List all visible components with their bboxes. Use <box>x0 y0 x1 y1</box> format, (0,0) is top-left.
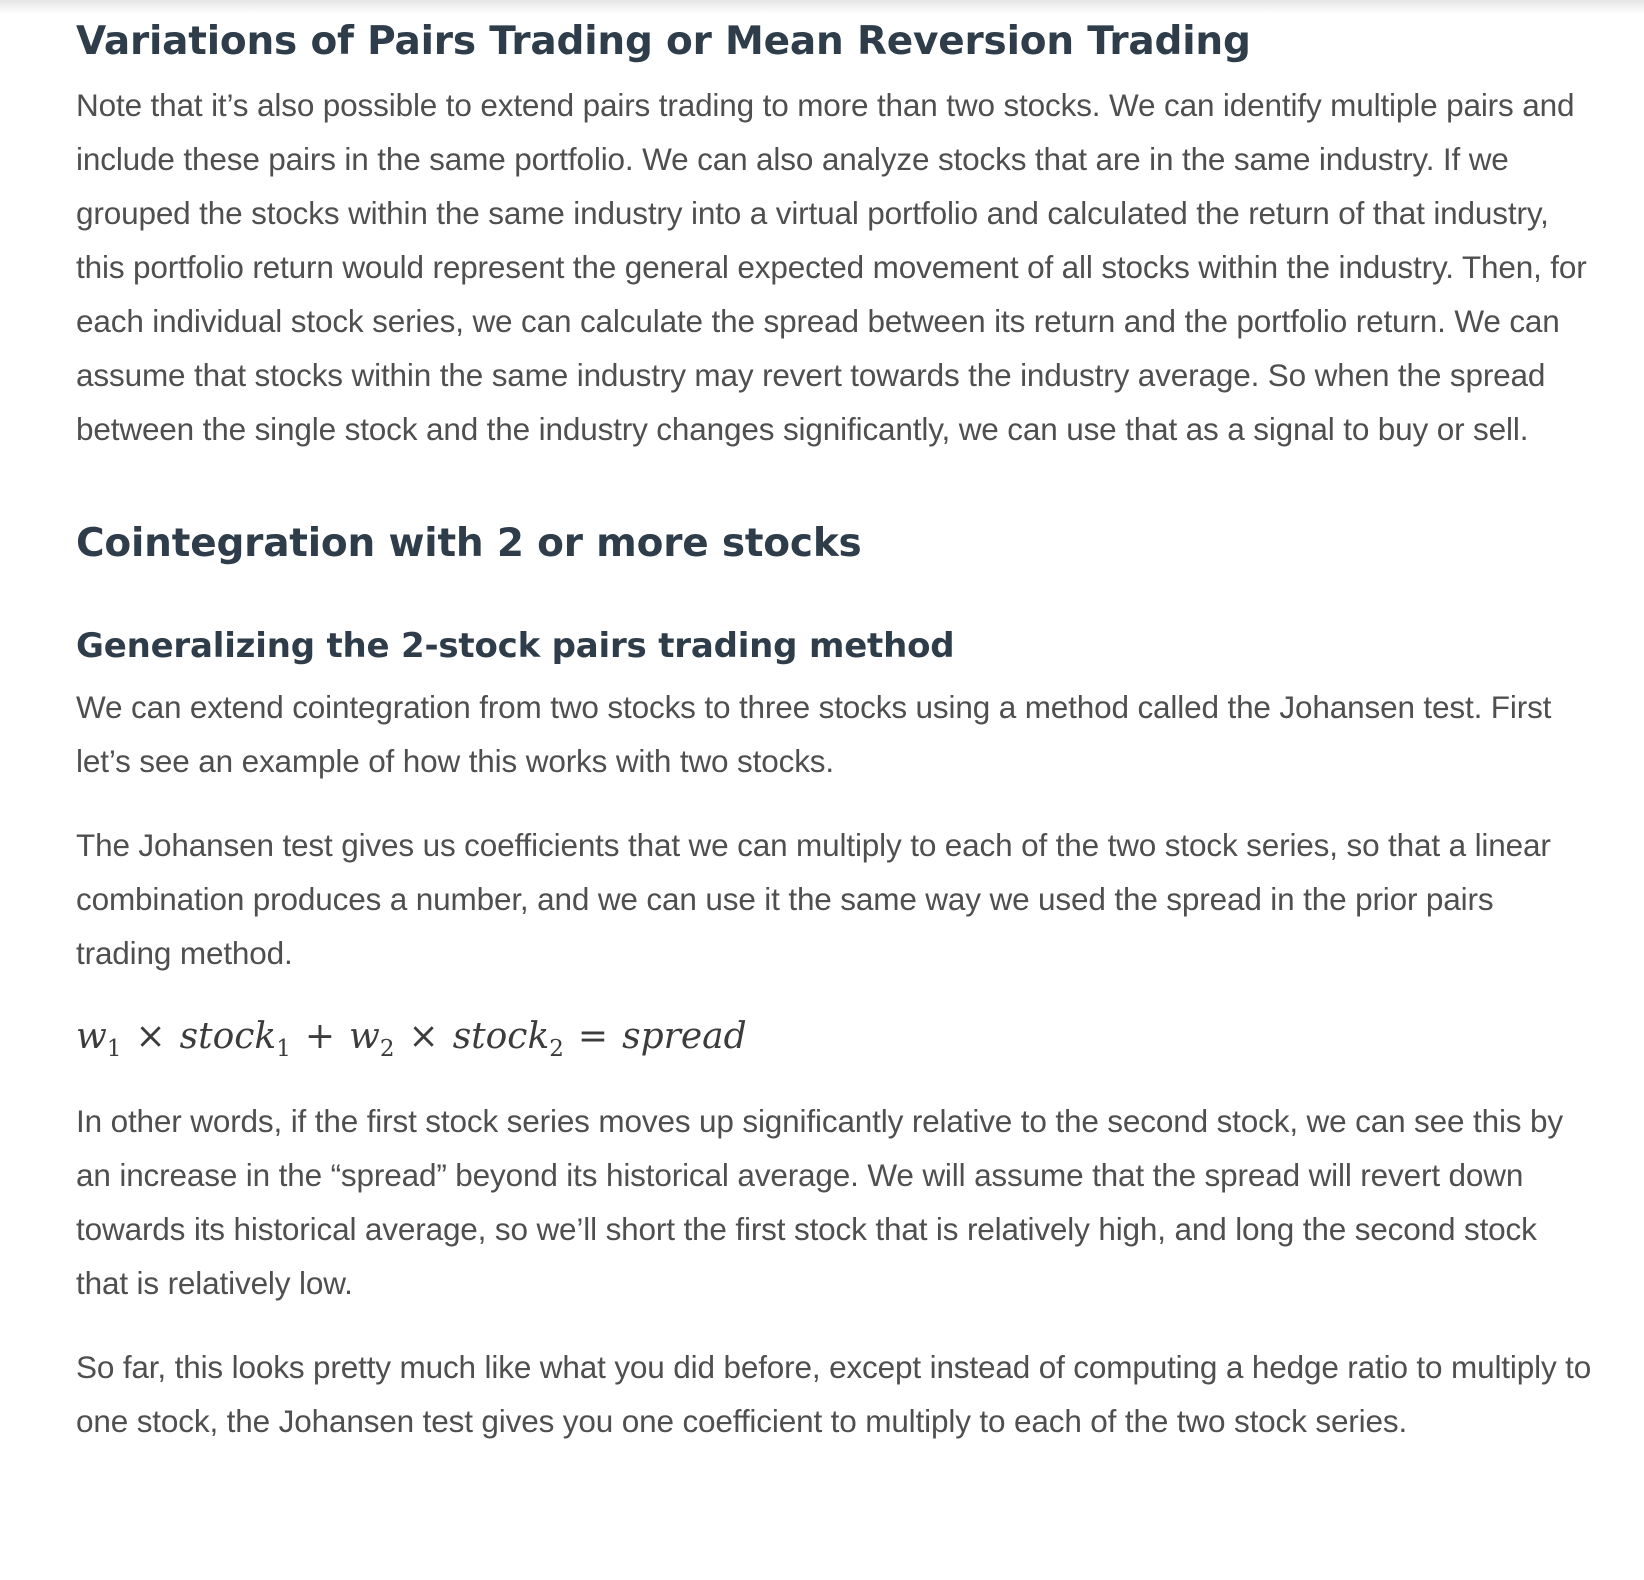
paragraph-johansen-intro: We can extend cointegration from two sto… <box>76 689 1552 779</box>
heading-cointegration: Cointegration with 2 or more stocks <box>76 521 862 566</box>
formula-weight-1: w <box>76 1016 107 1057</box>
paragraph-hedge-ratio: So far, this looks pretty much like what… <box>76 1349 1592 1439</box>
formula-stock-2: stock <box>452 1016 550 1057</box>
formula-times-2: × <box>408 1016 439 1057</box>
formula-sub-1: 1 <box>106 1036 122 1062</box>
heading-generalizing: Generalizing the 2-stock pairs trading m… <box>76 626 955 666</box>
formula-sub-2: 2 <box>379 1036 395 1062</box>
paragraph-variations: Note that it’s also possible to extend p… <box>76 87 1587 447</box>
heading-variations: Variations of Pairs Trading or Mean Reve… <box>76 19 1251 64</box>
paragraph-spread-explanation: In other words, if the first stock serie… <box>76 1103 1563 1301</box>
formula-stock-sub-2: 2 <box>549 1036 564 1062</box>
paragraph-johansen-coefficients: The Johansen test gives us coefficients … <box>76 827 1551 971</box>
formula-times-1: × <box>135 1016 166 1057</box>
article-content: Variations of Pairs Trading or Mean Reve… <box>76 0 1596 1448</box>
spread-formula: w1 × stock1 + w2 × stock2 = spread <box>76 1010 1596 1064</box>
formula-weight-2: w <box>349 1016 380 1057</box>
formula-plus: + <box>304 1016 336 1057</box>
formula-spread: spread <box>622 1016 747 1057</box>
formula-stock-sub-1: 1 <box>276 1036 291 1062</box>
formula-stock-1: stock <box>179 1016 277 1057</box>
formula-equals: = <box>577 1016 609 1057</box>
